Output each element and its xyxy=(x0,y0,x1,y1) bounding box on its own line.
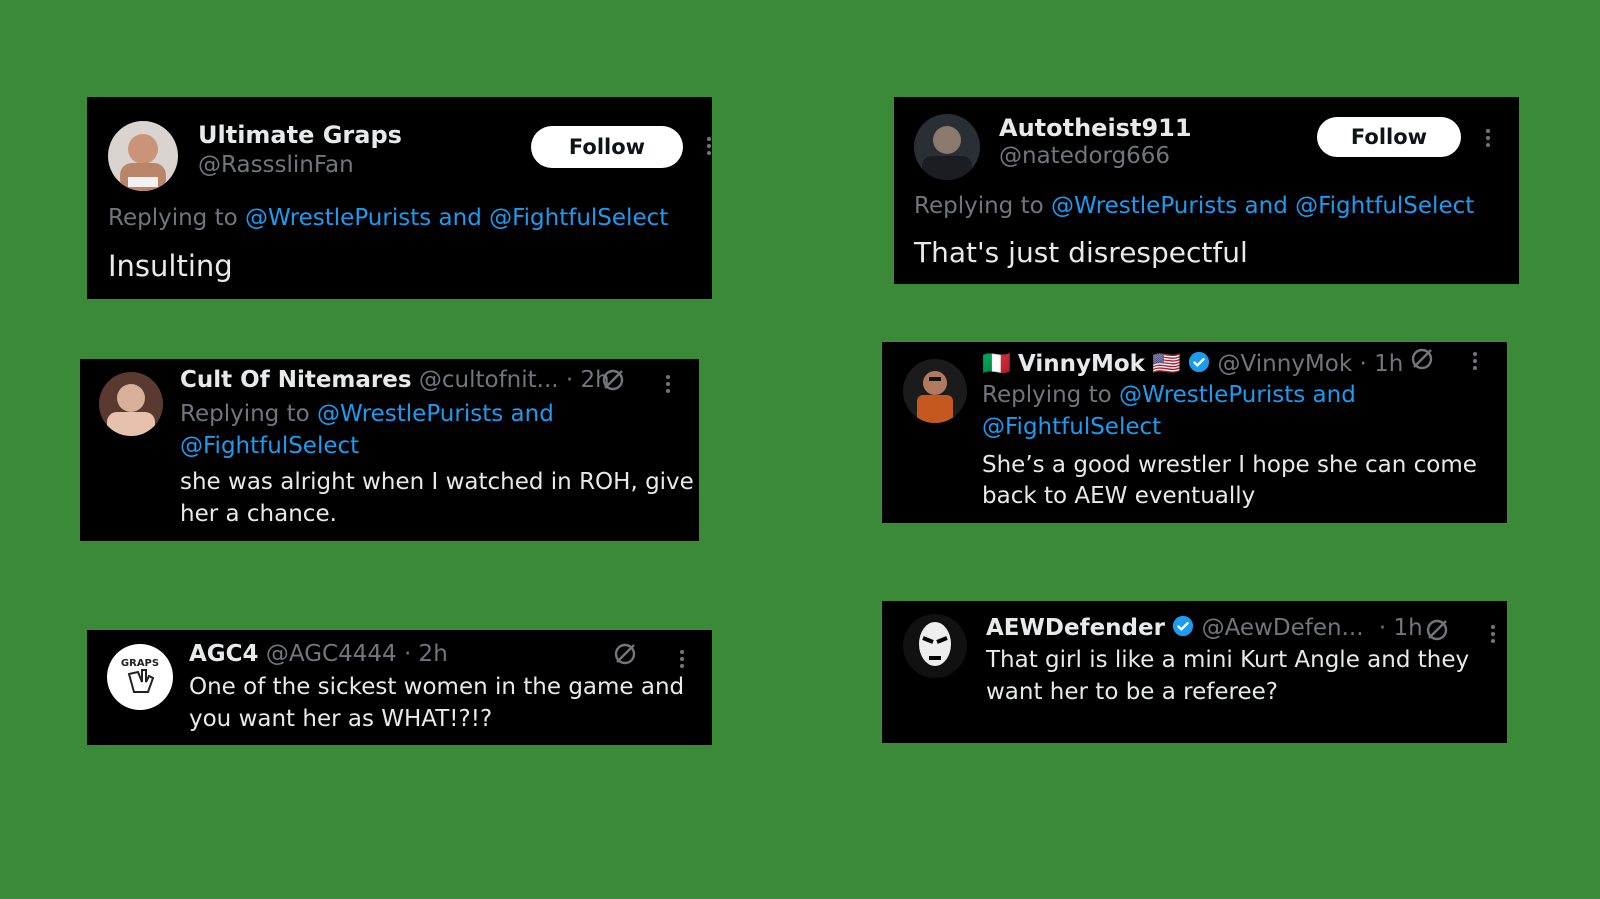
flag-usa: 🇺🇸 xyxy=(1152,351,1181,377)
tweet-text-line-1: That girl is like a mini Kurt Angle and … xyxy=(986,647,1470,673)
handle[interactable]: @cultofnit... xyxy=(419,367,559,393)
mention-links[interactable]: @WrestlePurists and xyxy=(1119,382,1356,408)
avatar[interactable] xyxy=(903,359,967,423)
tweet-text: Insulting xyxy=(108,249,233,283)
tweet-text-line-2: back to AEW eventually xyxy=(982,483,1256,509)
mention-links[interactable]: @WrestlePurists and @FightfulSelect xyxy=(245,205,668,231)
avatar-logo-text: GRAPS xyxy=(121,658,159,669)
grok-icon[interactable] xyxy=(613,642,637,666)
display-name[interactable]: Autotheist911 xyxy=(999,114,1192,142)
grok-icon[interactable] xyxy=(601,368,625,392)
replying-to: Replying to @WrestlePurists and @Fightfu… xyxy=(108,205,668,231)
mention-link[interactable]: @FightfulSelect xyxy=(982,414,1161,440)
tweet-card-cult-of-nitemares: Cult Of Nitemares @cultofnit... · 2h Rep… xyxy=(80,359,699,541)
tweet-header: Cult Of Nitemares @cultofnit... · 2h xyxy=(180,367,610,393)
timestamp[interactable]: · 1h xyxy=(1359,351,1403,377)
follow-button[interactable]: Follow xyxy=(531,126,683,168)
tweet-text-line-2: want her to be a referee? xyxy=(986,679,1278,705)
tweet-card-agc4: GRAPS AGC4 @AGC4444 · 2h One of the sick… xyxy=(87,630,712,745)
more-icon[interactable] xyxy=(1486,129,1490,147)
more-icon[interactable] xyxy=(1473,352,1477,370)
avatar[interactable] xyxy=(108,121,178,191)
avatar[interactable] xyxy=(914,114,980,180)
tweet-text-line-2: you want her as WHAT!?!? xyxy=(189,706,493,732)
handle[interactable]: @AGC4444 xyxy=(266,641,397,667)
tweet-text: That's just disrespectful xyxy=(914,236,1248,269)
replying-prefix: Replying to xyxy=(108,205,238,231)
mention-links[interactable]: @WrestlePurists and xyxy=(317,401,554,427)
tweet-card-vinnymok: 🇮🇹 VinnyMok 🇺🇸 @VinnyMok · 1h Replying t… xyxy=(882,342,1507,523)
display-name[interactable]: Cult Of Nitemares xyxy=(180,367,412,393)
verified-badge-icon[interactable] xyxy=(1188,351,1210,373)
handle[interactable]: @AewDefen... xyxy=(1202,615,1364,641)
grok-icon[interactable] xyxy=(1425,618,1449,642)
avatar[interactable] xyxy=(903,614,967,678)
avatar[interactable]: GRAPS xyxy=(107,644,173,710)
mention-link[interactable]: @FightfulSelect xyxy=(180,433,359,459)
display-name[interactable]: Ultimate Graps xyxy=(198,121,402,149)
timestamp[interactable]: · 2h xyxy=(404,641,448,667)
tweet-header: 🇮🇹 VinnyMok 🇺🇸 @VinnyMok · 1h xyxy=(982,350,1403,377)
handle[interactable]: @RassslinFan xyxy=(198,152,354,178)
tweet-card-ultimate-graps: Ultimate Graps @RassslinFan Follow Reply… xyxy=(87,97,712,299)
follow-button[interactable]: Follow xyxy=(1317,117,1461,157)
verified-badge-icon[interactable] xyxy=(1172,615,1194,637)
tweet-card-autotheist911: Autotheist911 @natedorg666 Follow Replyi… xyxy=(894,97,1519,284)
grok-icon[interactable] xyxy=(1410,347,1434,371)
more-icon[interactable] xyxy=(707,137,711,155)
more-icon[interactable] xyxy=(680,650,684,668)
replying-to: Replying to @WrestlePurists and xyxy=(982,382,1356,408)
flag-italy: 🇮🇹 xyxy=(982,351,1011,377)
replying-to: Replying to @WrestlePurists and @Fightfu… xyxy=(914,193,1474,219)
tweet-header: AGC4 @AGC4444 · 2h xyxy=(189,641,448,667)
more-icon[interactable] xyxy=(666,375,670,393)
tweet-text-line-1: she was alright when I watched in ROH, g… xyxy=(180,469,694,495)
display-name[interactable]: AGC4 xyxy=(189,641,259,667)
tweet-card-aewdefender: AEWDefender @AewDefen... · 1h That girl … xyxy=(882,601,1507,743)
handle[interactable]: @natedorg666 xyxy=(999,143,1170,169)
avatar[interactable] xyxy=(99,372,163,436)
display-name[interactable]: AEWDefender xyxy=(986,615,1165,641)
replying-to: Replying to @WrestlePurists and xyxy=(180,401,554,427)
tweet-text-line-1: One of the sickest women in the game and xyxy=(189,674,685,700)
tweet-text-line-2: her a chance. xyxy=(180,501,337,527)
timestamp[interactable]: · 1h xyxy=(1379,615,1423,641)
mention-links[interactable]: @WrestlePurists and @FightfulSelect xyxy=(1051,193,1474,219)
replying-prefix: Replying to xyxy=(914,193,1044,219)
tweet-text-line-1: She’s a good wrestler I hope she can com… xyxy=(982,452,1477,478)
handle[interactable]: @VinnyMok xyxy=(1218,351,1353,377)
replying-prefix: Replying to xyxy=(982,382,1112,408)
replying-prefix: Replying to xyxy=(180,401,310,427)
display-name[interactable]: VinnyMok xyxy=(1018,351,1145,377)
tweet-header: AEWDefender @AewDefen... · 1h xyxy=(986,615,1423,641)
more-icon[interactable] xyxy=(1491,625,1495,643)
